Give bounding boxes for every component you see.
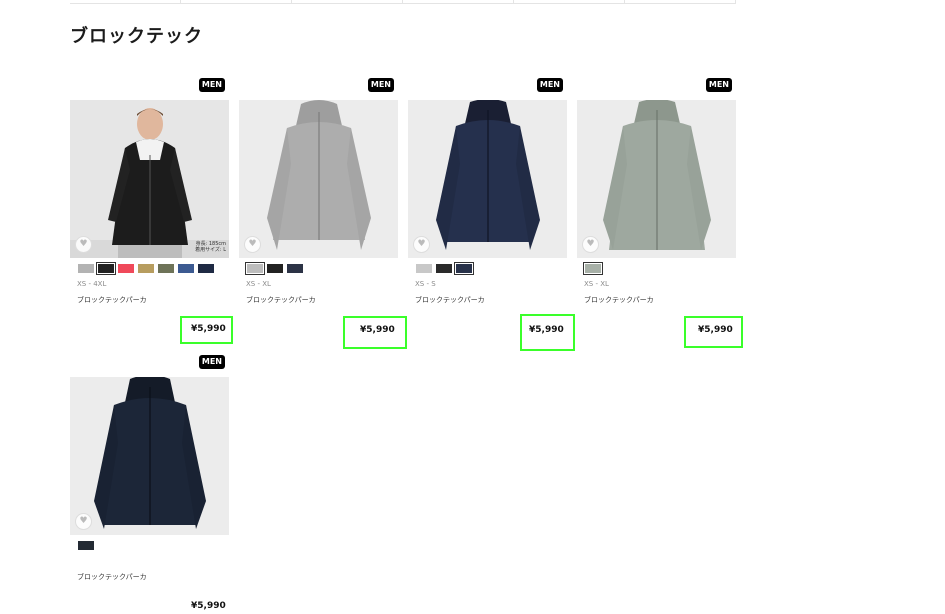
product-card[interactable]: MEN ♥ ブロックテックパーカ <box>70 355 229 582</box>
nav-segment[interactable] <box>625 0 736 4</box>
product-card[interactable]: MEN ♥ XS - S ブロックテックパーカ <box>408 78 567 305</box>
top-nav-strip <box>70 0 736 4</box>
model-size-note: 身長: 185cm 着用サイズ: L <box>195 241 226 255</box>
jacket-sage-gray-image <box>577 100 736 258</box>
product-card[interactable]: MEN ♥ XS - XL ブロックテックパーカ <box>239 78 398 305</box>
nav-segment[interactable] <box>181 0 292 4</box>
nav-segment[interactable] <box>403 0 514 4</box>
color-swatch[interactable] <box>416 264 432 273</box>
nav-segment[interactable] <box>70 0 181 4</box>
men-badge: MEN <box>536 78 563 92</box>
product-card[interactable]: MEN ♥ XS - XL ブロックテックパーカ <box>577 78 736 305</box>
jacket-navy-image <box>408 100 567 258</box>
product-name[interactable]: ブロックテックパーカ <box>77 572 229 582</box>
price: ¥5,990 <box>360 325 395 335</box>
product-image[interactable]: ♥ <box>70 377 229 535</box>
page-title: ブロックテック <box>70 26 203 47</box>
jacket-dark-navy-image <box>70 377 229 535</box>
favorite-heart-icon[interactable]: ♥ <box>413 236 430 253</box>
color-swatch[interactable] <box>436 264 452 273</box>
jacket-light-gray-image <box>239 100 398 258</box>
product-name[interactable]: ブロックテックパーカ <box>246 295 398 305</box>
color-swatches <box>245 262 398 275</box>
color-swatch[interactable] <box>96 262 116 275</box>
men-badge: MEN <box>198 355 225 369</box>
men-badge: MEN <box>367 78 394 92</box>
color-swatch[interactable] <box>267 264 283 273</box>
size-range: XS - S <box>415 280 436 288</box>
size-range: XS - XL <box>246 280 271 288</box>
men-badge: MEN <box>198 78 225 92</box>
favorite-heart-icon[interactable]: ♥ <box>582 236 599 253</box>
nav-segment[interactable] <box>514 0 625 4</box>
favorite-heart-icon[interactable]: ♥ <box>244 236 261 253</box>
model-size: 着用サイズ: L <box>195 247 226 254</box>
price: ¥5,990 <box>191 324 226 334</box>
product-image[interactable]: ♥ <box>239 100 398 258</box>
product-name[interactable]: ブロックテックパーカ <box>77 295 229 305</box>
color-swatch[interactable] <box>178 264 194 273</box>
product-image[interactable]: ♥ <box>577 100 736 258</box>
color-swatch[interactable] <box>198 264 214 273</box>
men-badge: MEN <box>705 78 732 92</box>
product-name[interactable]: ブロックテックパーカ <box>415 295 567 305</box>
color-swatch[interactable] <box>287 264 303 273</box>
product-card[interactable]: MEN 身長: 185cm 着用サイズ: L ♥ XS - 4XL ブロックテッ… <box>70 78 229 305</box>
color-swatch[interactable] <box>454 262 474 275</box>
price: ¥5,990 <box>191 601 226 611</box>
color-swatch[interactable] <box>78 541 94 550</box>
color-swatches <box>78 541 229 551</box>
size-range: XS - XL <box>584 280 609 288</box>
nav-segment[interactable] <box>292 0 403 4</box>
price: ¥5,990 <box>698 325 733 335</box>
product-name[interactable]: ブロックテックパーカ <box>584 295 736 305</box>
product-image[interactable]: ♥ <box>408 100 567 258</box>
product-image[interactable]: 身長: 185cm 着用サイズ: L ♥ <box>70 100 229 258</box>
color-swatch[interactable] <box>138 264 154 273</box>
size-range: XS - 4XL <box>77 280 107 288</box>
color-swatches <box>78 262 229 275</box>
color-swatches <box>416 262 567 275</box>
favorite-heart-icon[interactable]: ♥ <box>75 236 92 253</box>
color-swatches <box>583 262 736 275</box>
color-swatch[interactable] <box>118 264 134 273</box>
favorite-heart-icon[interactable]: ♥ <box>75 513 92 530</box>
jacket-black-model-image <box>70 100 229 258</box>
color-swatch[interactable] <box>78 264 94 273</box>
color-swatch[interactable] <box>158 264 174 273</box>
color-swatch[interactable] <box>583 262 603 275</box>
price: ¥5,990 <box>529 325 564 335</box>
color-swatch[interactable] <box>245 262 265 275</box>
size-range <box>77 557 229 567</box>
